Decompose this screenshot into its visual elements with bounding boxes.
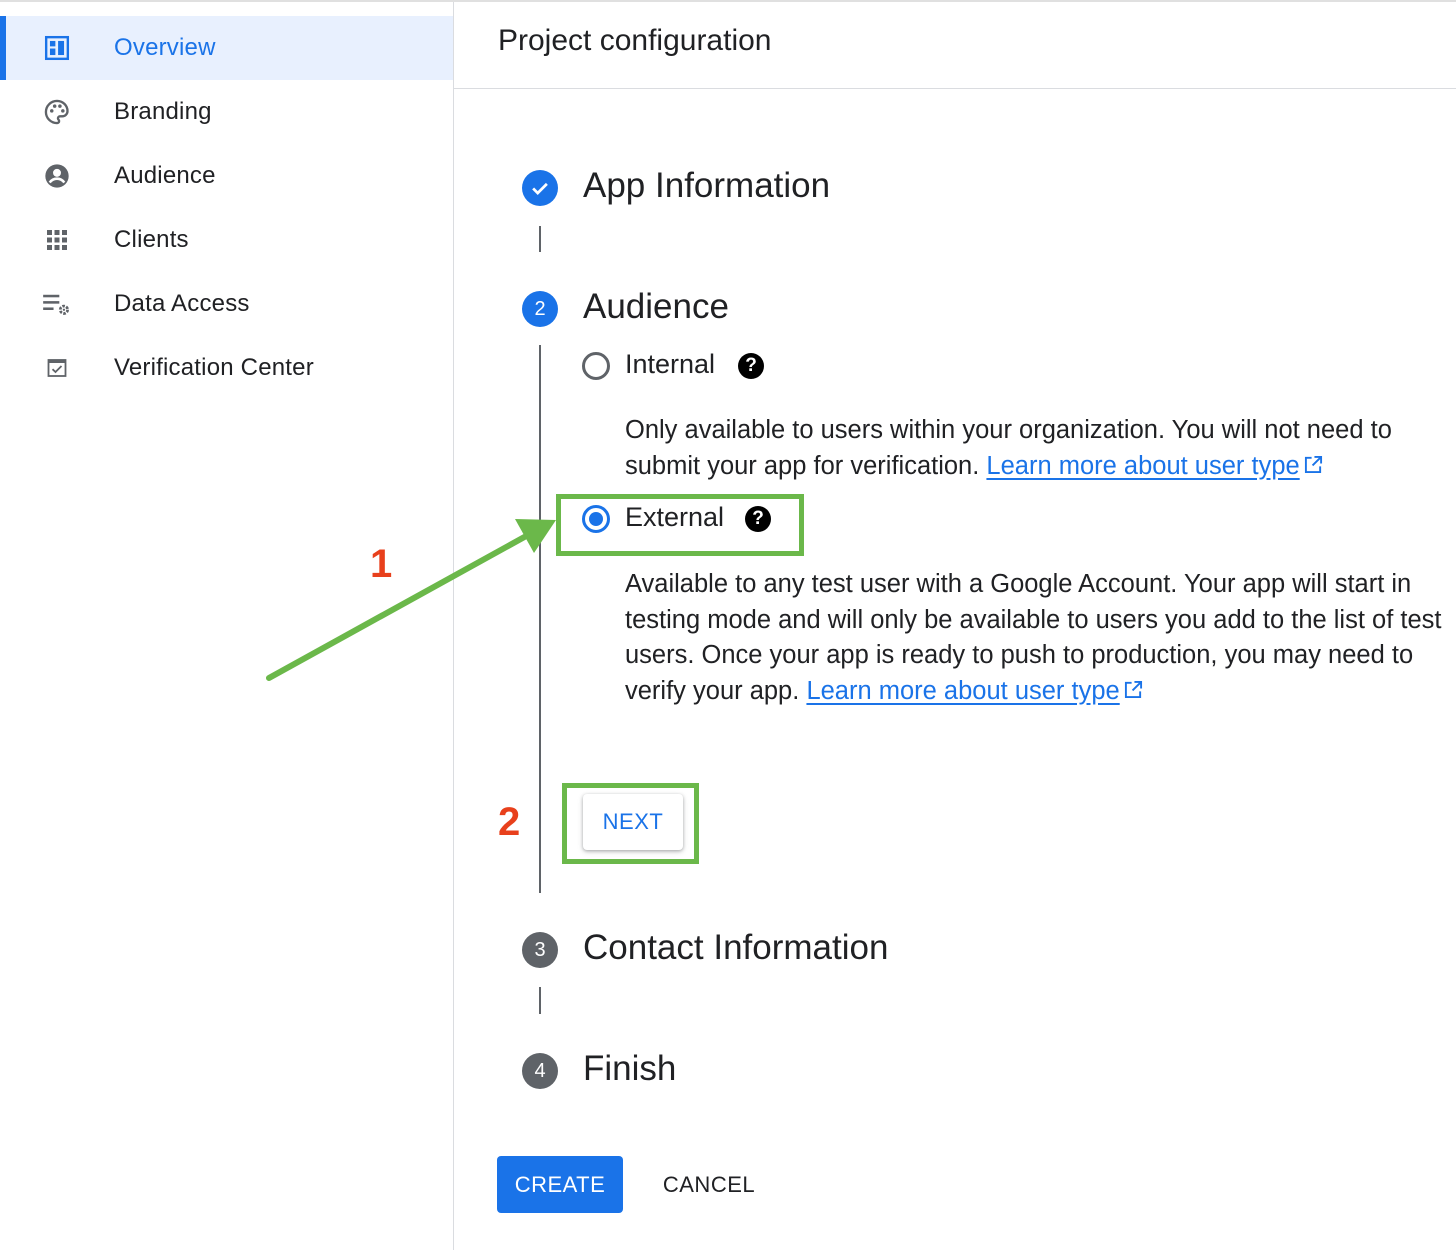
step-1-check-icon [522,170,558,206]
step-connector [539,987,541,1014]
dashboard-icon [42,33,72,63]
list-settings-icon [42,289,72,319]
sidebar-item-clients[interactable]: Clients [0,208,453,272]
step-2-number: 2 [522,291,558,327]
step-connector [539,345,541,893]
annotation-number-2: 2 [498,800,521,844]
page-title: Project configuration [498,24,772,57]
internal-help-icon[interactable]: ? [738,353,764,379]
external-description: Available to any test user with a Google… [625,567,1445,710]
annotation-highlight-next [562,783,699,864]
sidebar: Overview Branding Audience Clients Data … [0,2,453,1250]
apps-grid-icon [42,225,72,255]
cancel-button[interactable]: CANCEL [654,1156,764,1213]
header-divider [454,88,1456,89]
sidebar-item-label: Clients [114,226,189,253]
annotation-highlight-external [556,494,804,556]
annotation-number-1: 1 [370,542,393,586]
main-content: Project configuration App Information 2 … [454,2,1456,1250]
step-title-finish[interactable]: Finish [583,1049,676,1089]
external-link-icon[interactable] [1124,674,1143,710]
sidebar-item-audience[interactable]: Audience [0,144,453,208]
account-circle-icon [42,161,72,191]
sidebar-item-label: Branding [114,98,212,125]
internal-radio[interactable] [582,352,610,380]
create-button[interactable]: CREATE [497,1156,623,1213]
step-title-contact-information[interactable]: Contact Information [583,928,888,968]
step-title-audience[interactable]: Audience [583,287,729,327]
internal-label[interactable]: Internal [625,349,715,380]
learn-more-link[interactable]: Learn more about user type [986,452,1299,480]
learn-more-link[interactable]: Learn more about user type [806,677,1119,705]
internal-description: Only available to users within your orga… [625,413,1445,485]
sidebar-item-label: Verification Center [114,354,314,381]
sidebar-item-branding[interactable]: Branding [0,80,453,144]
sidebar-item-overview[interactable]: Overview [0,16,453,80]
palette-icon [42,97,72,127]
sidebar-item-label: Data Access [114,290,250,317]
step-3-number: 3 [522,932,558,968]
step-connector [539,226,541,252]
sidebar-item-label: Overview [114,34,216,61]
external-link-icon[interactable] [1304,449,1323,485]
step-title-app-information[interactable]: App Information [583,166,830,206]
sidebar-item-verification-center[interactable]: Verification Center [0,336,453,400]
sidebar-item-label: Audience [114,162,216,189]
checkbox-icon [42,353,72,383]
step-4-number: 4 [522,1053,558,1089]
sidebar-item-data-access[interactable]: Data Access [0,272,453,336]
